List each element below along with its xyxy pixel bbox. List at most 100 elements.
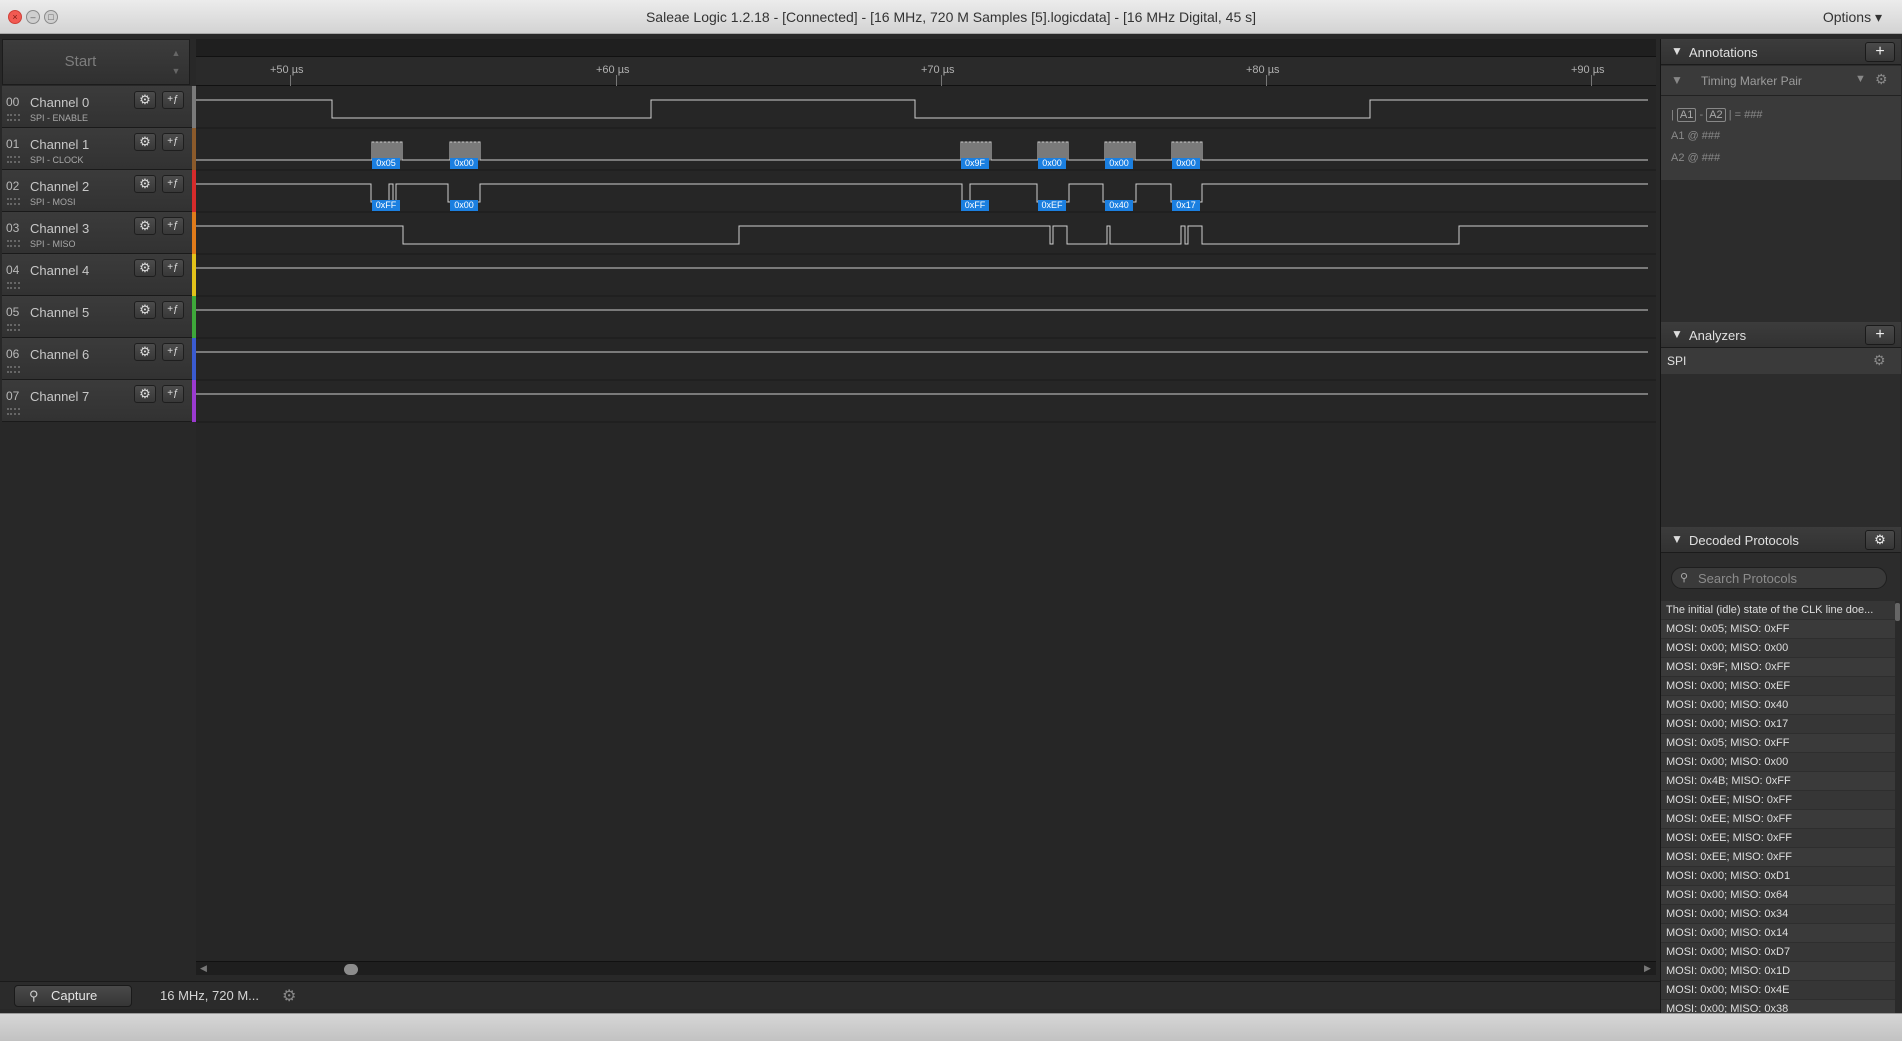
capture-tab[interactable]: ⚲ Capture xyxy=(14,985,132,1007)
protocol-row[interactable]: MOSI: 0xEE; MISO: 0xFF xyxy=(1661,829,1895,848)
sample-rate-info[interactable]: 16 MHz, 720 M... xyxy=(160,988,259,1003)
protocol-row[interactable]: MOSI: 0x05; MISO: 0xFF xyxy=(1661,734,1895,753)
scrollbar-thumb[interactable] xyxy=(1895,603,1900,621)
drag-handle-icon[interactable] xyxy=(7,198,20,205)
gear-icon[interactable]: ⚙ xyxy=(134,133,156,151)
ruler-marker-strip[interactable] xyxy=(196,39,1656,57)
channel-name[interactable]: Channel 6 xyxy=(30,347,89,362)
protocol-row[interactable]: MOSI: 0x00; MISO: 0x4E xyxy=(1661,981,1895,1000)
scrollbar-thumb[interactable] xyxy=(344,964,358,975)
decoded-settings-button[interactable]: ⚙ xyxy=(1865,530,1895,550)
drag-handle-icon[interactable] xyxy=(7,366,20,373)
search-box[interactable]: ⚲ xyxy=(1671,567,1887,589)
start-options-stepper[interactable]: ▲ ▼ xyxy=(169,44,183,80)
miso-decode-label[interactable]: 0xEF xyxy=(1038,200,1066,211)
trigger-icon[interactable]: +ƒ xyxy=(162,301,184,319)
trigger-icon[interactable]: +ƒ xyxy=(162,175,184,193)
protocol-row[interactable]: MOSI: 0x00; MISO: 0x38 xyxy=(1661,1000,1895,1013)
gear-icon[interactable]: ⚙ xyxy=(134,301,156,319)
channel-row[interactable]: 02 Channel 2 SPI - MOSI ⚙ +ƒ xyxy=(2,170,198,212)
protocol-row[interactable]: MOSI: 0x00; MISO: 0xD1 xyxy=(1661,867,1895,886)
channel-name[interactable]: Channel 4 xyxy=(30,263,89,278)
channel-row[interactable]: 01 Channel 1 SPI - CLOCK ⚙ +ƒ xyxy=(2,128,198,170)
protocol-row[interactable]: MOSI: 0x00; MISO: 0x34 xyxy=(1661,905,1895,924)
protocol-row[interactable]: MOSI: 0x00; MISO: 0x14 xyxy=(1661,924,1895,943)
drag-handle-icon[interactable] xyxy=(7,324,20,331)
a2-box[interactable]: A2 xyxy=(1706,108,1726,122)
drag-handle-icon[interactable] xyxy=(7,114,20,121)
miso-decode-label[interactable]: 0xFF xyxy=(372,200,400,211)
annotations-header[interactable]: ▼ Annotations + xyxy=(1661,39,1901,65)
protocol-row[interactable]: MOSI: 0x00; MISO: 0x17 xyxy=(1661,715,1895,734)
channel-name[interactable]: Channel 1 xyxy=(30,137,89,152)
options-menu[interactable]: Options ▾ xyxy=(1823,9,1882,26)
protocol-row[interactable]: MOSI: 0x00; MISO: 0x1D xyxy=(1661,962,1895,981)
drag-handle-icon[interactable] xyxy=(7,240,20,247)
gear-icon[interactable]: ⚙ xyxy=(1873,352,1886,369)
mosi-decode-label[interactable]: 0x00 xyxy=(1038,158,1066,169)
protocol-row[interactable]: MOSI: 0x00; MISO: 0x00 xyxy=(1661,639,1895,658)
miso-decode-label[interactable]: 0xFF xyxy=(961,200,989,211)
channel-row[interactable]: 07 Channel 7 ⚙ +ƒ xyxy=(2,380,198,422)
channel-name[interactable]: Channel 5 xyxy=(30,305,89,320)
drag-handle-icon[interactable] xyxy=(7,408,20,415)
gear-icon[interactable]: ⚙ xyxy=(134,175,156,193)
drag-handle-icon[interactable] xyxy=(7,156,20,163)
gear-icon[interactable]: ⚙ xyxy=(134,385,156,403)
channel-row[interactable]: 04 Channel 4 ⚙ +ƒ xyxy=(2,254,198,296)
drag-handle-icon[interactable] xyxy=(7,282,20,289)
trigger-icon[interactable]: +ƒ xyxy=(162,385,184,403)
gear-icon[interactable]: ⚙ xyxy=(1875,71,1888,88)
mosi-decode-label[interactable]: 0x00 xyxy=(450,158,478,169)
protocol-row[interactable]: MOSI: 0x00; MISO: 0x00 xyxy=(1661,753,1895,772)
trigger-icon[interactable]: +ƒ xyxy=(162,343,184,361)
miso-decode-label[interactable]: 0x00 xyxy=(450,200,478,211)
scroll-right-icon[interactable]: ▶ xyxy=(1644,963,1651,974)
channel-name[interactable]: Channel 3 xyxy=(30,221,89,236)
channel-row[interactable]: 03 Channel 3 SPI - MISO ⚙ +ƒ xyxy=(2,212,198,254)
channel-name[interactable]: Channel 2 xyxy=(30,179,89,194)
protocol-row[interactable]: The initial (idle) state of the CLK line… xyxy=(1661,601,1895,620)
channel-row[interactable]: 05 Channel 5 ⚙ +ƒ xyxy=(2,296,198,338)
collapse-triangle-icon[interactable]: ▼ xyxy=(1671,532,1683,546)
search-input[interactable] xyxy=(1698,570,1878,586)
protocol-row[interactable]: MOSI: 0x4B; MISO: 0xFF xyxy=(1661,772,1895,791)
decoded-protocol-list[interactable]: The initial (idle) state of the CLK line… xyxy=(1661,601,1895,1013)
time-ruler[interactable]: +50 µs +60 µs +70 µs +80 µs +90 µs xyxy=(196,57,1656,86)
waveform-view[interactable]: +50 µs +60 µs +70 µs +80 µs +90 µs 0x05 0x00 0… xyxy=(196,39,1656,961)
protocol-list-scrollbar[interactable] xyxy=(1895,601,1900,1013)
collapse-triangle-icon[interactable]: ▼ xyxy=(1671,44,1683,58)
protocol-row[interactable]: MOSI: 0x05; MISO: 0xFF xyxy=(1661,620,1895,639)
protocol-row[interactable]: MOSI: 0xEE; MISO: 0xFF xyxy=(1661,848,1895,867)
scroll-left-icon[interactable]: ◀ xyxy=(200,963,207,974)
miso-decode-label[interactable]: 0x40 xyxy=(1105,200,1133,211)
mosi-decode-label[interactable]: 0x05 xyxy=(372,158,400,169)
protocol-row[interactable]: MOSI: 0xEE; MISO: 0xFF xyxy=(1661,810,1895,829)
analyzer-item-spi[interactable]: SPI ⚙ xyxy=(1661,348,1901,374)
protocol-row[interactable]: MOSI: 0x9F; MISO: 0xFF xyxy=(1661,658,1895,677)
gear-icon[interactable]: ⚙ xyxy=(282,986,296,1006)
trigger-icon[interactable]: +ƒ xyxy=(162,259,184,277)
protocol-row[interactable]: MOSI: 0x00; MISO: 0x64 xyxy=(1661,886,1895,905)
trigger-icon[interactable]: +ƒ xyxy=(162,133,184,151)
decoded-protocols-header[interactable]: ▼ Decoded Protocols ⚙ xyxy=(1661,527,1901,553)
a1-box[interactable]: A1 xyxy=(1676,108,1697,122)
channel-row[interactable]: 06 Channel 6 ⚙ +ƒ xyxy=(2,338,198,380)
dropdown-icon[interactable]: ▼ xyxy=(1855,73,1866,85)
channel-name[interactable]: Channel 7 xyxy=(30,389,89,404)
trigger-icon[interactable]: +ƒ xyxy=(162,217,184,235)
add-annotation-button[interactable]: + xyxy=(1865,42,1895,62)
mosi-decode-label[interactable]: 0x9F xyxy=(961,158,989,169)
protocol-row[interactable]: MOSI: 0x00; MISO: 0x40 xyxy=(1661,696,1895,715)
start-button[interactable]: Start ▲ ▼ xyxy=(2,39,190,85)
collapse-triangle-icon[interactable]: ▼ xyxy=(1671,327,1683,341)
channel-row[interactable]: 00 Channel 0 SPI - ENABLE ⚙ +ƒ xyxy=(2,86,198,128)
horizontal-scrollbar[interactable]: ◀ ▶ xyxy=(196,961,1656,975)
trigger-icon[interactable]: +ƒ xyxy=(162,91,184,109)
gear-icon[interactable]: ⚙ xyxy=(134,259,156,277)
protocol-row[interactable]: MOSI: 0xEE; MISO: 0xFF xyxy=(1661,791,1895,810)
gear-icon[interactable]: ⚙ xyxy=(134,343,156,361)
gear-icon[interactable]: ⚙ xyxy=(134,91,156,109)
protocol-row[interactable]: MOSI: 0x00; MISO: 0xEF xyxy=(1661,677,1895,696)
analyzers-header[interactable]: ▼ Analyzers + xyxy=(1661,322,1901,348)
